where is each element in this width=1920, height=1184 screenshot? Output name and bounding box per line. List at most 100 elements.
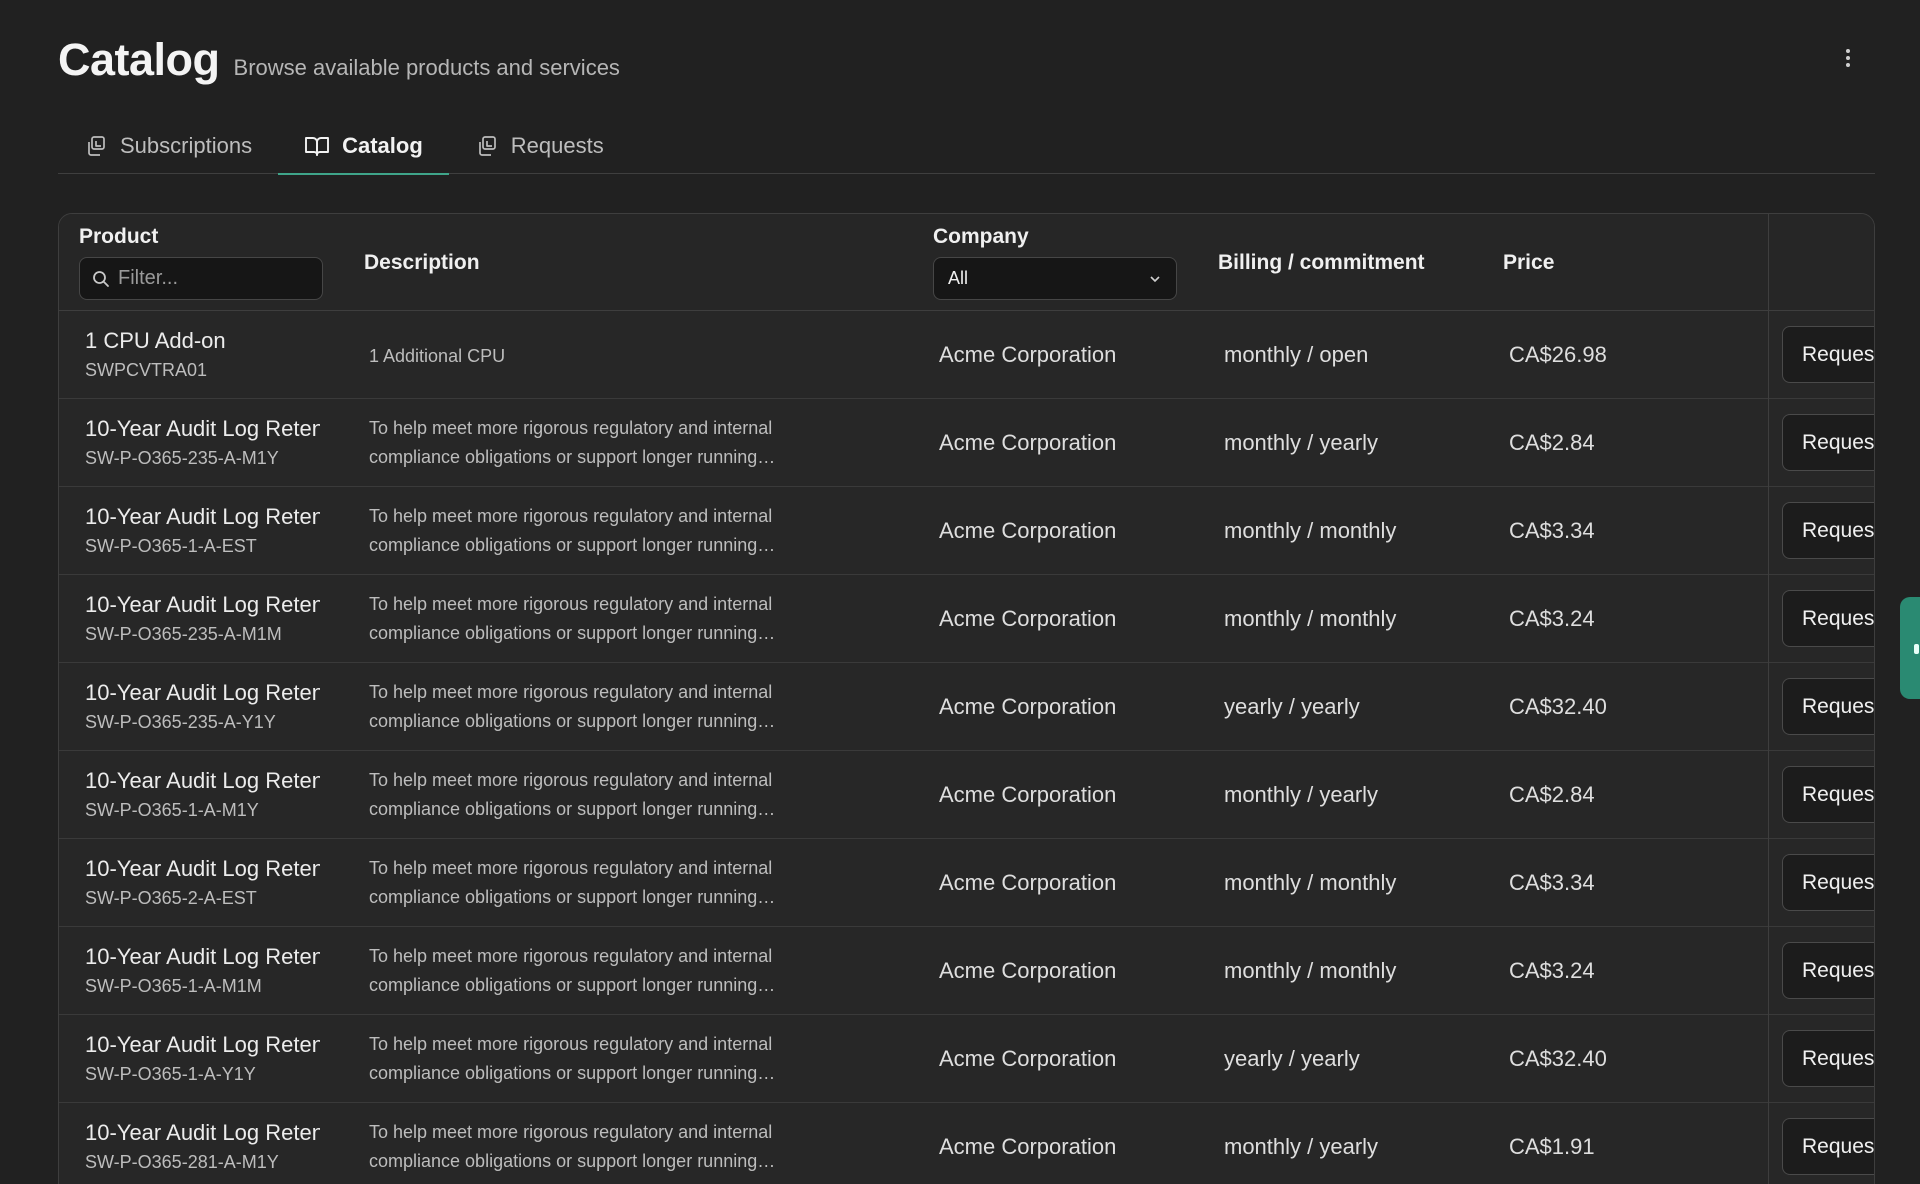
product-sku: SW-P-O365-1-A-EST — [85, 536, 257, 556]
table-row[interactable]: 10-Year Audit Log Retention SW-P-O365-1-… — [59, 927, 1874, 1015]
tab-requests[interactable]: Requests — [449, 118, 630, 174]
company-cell: Acme Corporation — [939, 1046, 1117, 1071]
action-column-divider — [1768, 214, 1769, 1184]
description-line-1: To help meet more rigorous regulatory an… — [369, 418, 773, 438]
table-row[interactable]: 10-Year Audit Log Retention SW-P-O365-23… — [59, 399, 1874, 487]
product-name: 1 CPU Add-on — [85, 328, 226, 353]
table-row[interactable]: 10-Year Audit Log Retention SW-P-O365-23… — [59, 663, 1874, 751]
request-button[interactable]: Request — [1782, 854, 1874, 911]
handle-icon — [1914, 644, 1919, 654]
company-cell: Acme Corporation — [939, 958, 1117, 983]
product-sku: SW-P-O365-235-A-M1Y — [85, 448, 279, 468]
company-cell: Acme Corporation — [939, 430, 1117, 455]
billing-cell: monthly / yearly — [1224, 430, 1379, 455]
description-line-1: To help meet more rigorous regulatory an… — [369, 858, 773, 878]
request-button[interactable]: Request — [1782, 326, 1874, 383]
description-line-2: compliance obligations or support longer… — [369, 1063, 776, 1083]
product-name: 10-Year Audit Log Retention — [85, 416, 320, 441]
price-cell: CA$26.98 — [1509, 342, 1607, 367]
company-cell: Acme Corporation — [939, 694, 1117, 719]
company-cell: Acme Corporation — [939, 606, 1117, 631]
table-row[interactable]: 10-Year Audit Log Retention SW-P-O365-28… — [59, 1103, 1874, 1184]
product-name: 10-Year Audit Log Retention — [85, 680, 320, 705]
company-select-value: All — [948, 268, 969, 288]
table-row[interactable]: 10-Year Audit Log Retention SW-P-O365-1-… — [59, 751, 1874, 839]
description-cell: To help meet more rigorous regulatory an… — [369, 942, 819, 1000]
product-name: 10-Year Audit Log Retention — [85, 504, 320, 529]
request-button[interactable]: Request — [1782, 590, 1874, 647]
product-filter-input[interactable] — [118, 267, 308, 290]
billing-cell: yearly / yearly — [1224, 1046, 1360, 1071]
product-sku: SW-P-O365-2-A-EST — [85, 888, 257, 908]
page-header: Catalog Browse available products and se… — [58, 34, 620, 86]
billing-cell: yearly / yearly — [1224, 694, 1360, 719]
product-cell: 10-Year Audit Log Retention SW-P-O365-1-… — [85, 1032, 320, 1085]
description-cell: To help meet more rigorous regulatory an… — [369, 854, 819, 912]
request-button[interactable]: Request — [1782, 502, 1874, 559]
billing-cell: monthly / monthly — [1224, 870, 1397, 895]
product-cell: 10-Year Audit Log Retention SW-P-O365-23… — [85, 416, 320, 469]
request-button[interactable]: Request — [1782, 942, 1874, 999]
product-sku: SW-P-O365-1-A-Y1Y — [85, 1064, 256, 1084]
page-title: Catalog — [58, 34, 220, 85]
search-icon — [93, 270, 109, 287]
more-options-icon[interactable] — [1836, 46, 1860, 70]
description-line-1: To help meet more rigorous regulatory an… — [369, 946, 773, 966]
table-row[interactable]: 10-Year Audit Log Retention SW-P-O365-2-… — [59, 839, 1874, 927]
table-header: Product Description Company All Billing … — [59, 214, 1874, 311]
product-cell: 1 CPU Add-on SWPCVTRA01 — [85, 328, 320, 381]
billing-cell: monthly / yearly — [1224, 782, 1379, 807]
product-cell: 10-Year Audit Log Retention SW-P-O365-23… — [85, 680, 320, 733]
product-cell: 10-Year Audit Log Retention SW-P-O365-2-… — [85, 856, 320, 909]
column-header-product: Product — [79, 225, 159, 248]
price-cell: CA$3.24 — [1509, 606, 1595, 631]
product-sku: SW-P-O365-235-A-Y1Y — [85, 712, 276, 732]
product-name: 10-Year Audit Log Retention — [85, 592, 320, 617]
tab-label: Requests — [510, 133, 604, 158]
company-select[interactable]: All — [933, 257, 1177, 300]
product-sku: SWPCVTRA01 — [85, 360, 208, 380]
billing-cell: monthly / open — [1224, 342, 1369, 367]
description-line-1: To help meet more rigorous regulatory an… — [369, 1122, 773, 1142]
table-row[interactable]: 1 CPU Add-on SWPCVTRA01 1 Additional CPU… — [59, 311, 1874, 399]
tab-subscriptions[interactable]: Subscriptions — [58, 118, 278, 174]
table-row[interactable]: 10-Year Audit Log Retention SW-P-O365-1-… — [59, 487, 1874, 575]
description-line-1: To help meet more rigorous regulatory an… — [369, 506, 773, 526]
price-cell: CA$1.91 — [1509, 1134, 1595, 1159]
tab-catalog[interactable]: Catalog — [278, 118, 449, 175]
product-cell: 10-Year Audit Log Retention SW-P-O365-28… — [85, 1120, 320, 1173]
company-cell: Acme Corporation — [939, 1134, 1117, 1159]
request-button[interactable]: Request — [1782, 766, 1874, 823]
billing-cell: monthly / monthly — [1224, 518, 1397, 543]
catalog-table: Product Description Company All Billing … — [58, 213, 1875, 1184]
request-button[interactable]: Request — [1782, 678, 1874, 735]
table-row[interactable]: 10-Year Audit Log Retention SW-P-O365-23… — [59, 575, 1874, 663]
product-name: 10-Year Audit Log Retention — [85, 1032, 320, 1057]
description-line-2: compliance obligations or support longer… — [369, 447, 776, 467]
description-line-1: To help meet more rigorous regulatory an… — [369, 1034, 773, 1054]
tab-label: Subscriptions — [120, 133, 253, 158]
description-line-1: To help meet more rigorous regulatory an… — [369, 594, 773, 614]
side-panel-toggle[interactable] — [1900, 597, 1920, 699]
copy-icon — [84, 134, 120, 158]
company-cell: Acme Corporation — [939, 870, 1117, 895]
company-cell: Acme Corporation — [939, 518, 1117, 543]
catalog-page: Catalog Browse available products and se… — [0, 0, 1920, 1184]
description-cell: To help meet more rigorous regulatory an… — [369, 502, 819, 560]
description-cell: To help meet more rigorous regulatory an… — [369, 766, 819, 824]
table-row[interactable]: 10-Year Audit Log Retention SW-P-O365-1-… — [59, 1015, 1874, 1103]
product-cell: 10-Year Audit Log Retention SW-P-O365-23… — [85, 592, 320, 645]
product-name: 10-Year Audit Log Retention — [85, 1120, 320, 1145]
description-line-2: compliance obligations or support longer… — [369, 887, 776, 907]
request-button[interactable]: Request — [1782, 1030, 1874, 1087]
tab-bar: Subscriptions Catalog Requests — [58, 118, 1875, 175]
description-line-2: compliance obligations or support longer… — [369, 711, 776, 731]
description-line-1: To help meet more rigorous regulatory an… — [369, 770, 773, 790]
product-cell: 10-Year Audit Log Retention SW-P-O365-1-… — [85, 768, 320, 821]
request-button[interactable]: Request — [1782, 414, 1874, 471]
product-name: 10-Year Audit Log Retention — [85, 856, 320, 881]
table-body: 1 CPU Add-on SWPCVTRA01 1 Additional CPU… — [59, 311, 1874, 1184]
billing-cell: monthly / monthly — [1224, 606, 1397, 631]
request-button[interactable]: Request — [1782, 1118, 1874, 1175]
product-filter-field[interactable] — [79, 257, 323, 300]
